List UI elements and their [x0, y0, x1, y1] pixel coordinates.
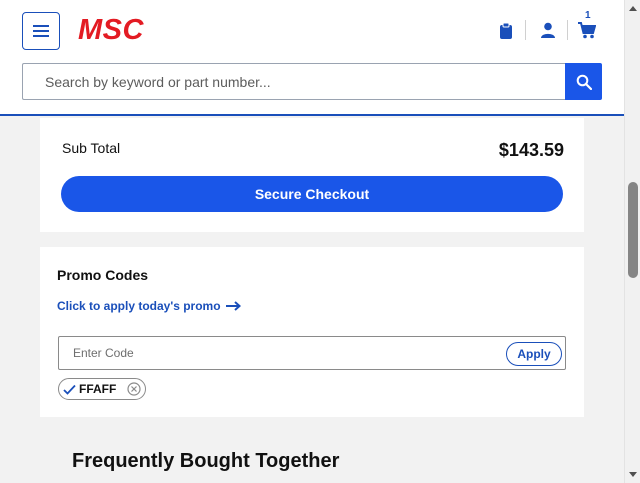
scrollbar-thumb[interactable] — [628, 182, 638, 278]
scroll-up-button[interactable] — [625, 0, 640, 16]
header-divider — [525, 20, 526, 40]
clipboard-icon — [500, 22, 512, 39]
promo-codes-card: Promo Codes Click to apply today's promo… — [40, 247, 584, 417]
page-scrollbar[interactable] — [624, 0, 640, 483]
search-placeholder: Search by keyword or part number... — [45, 73, 271, 90]
account-button[interactable] — [538, 20, 558, 40]
caret-down-icon — [629, 472, 637, 477]
subtotal-label: Sub Total — [62, 140, 121, 156]
apply-promo-link-label: Click to apply today's promo — [57, 299, 221, 313]
remove-promo-icon[interactable] — [127, 382, 141, 396]
order-summary-card: Sub Total $143.59 Secure Checkout — [40, 118, 584, 232]
subtotal-value: $143.59 — [498, 140, 564, 160]
header-divider — [567, 20, 568, 40]
applied-promo-chip: FFAFF — [58, 378, 146, 400]
menu-button[interactable] — [22, 12, 60, 50]
promo-code-input[interactable]: Enter Code Apply — [58, 336, 566, 370]
user-icon — [541, 22, 555, 38]
applied-promo-code: FFAFF — [79, 382, 117, 396]
secure-checkout-button[interactable]: Secure Checkout — [61, 176, 563, 212]
menu-icon — [33, 25, 49, 37]
search-icon — [576, 74, 592, 90]
promo-code-placeholder: Enter Code — [73, 346, 134, 360]
cart-icon — [578, 21, 596, 38]
apply-promo-link[interactable]: Click to apply today's promo — [57, 299, 241, 313]
cart-button[interactable] — [577, 20, 597, 40]
msc-logo[interactable]: MSC — [78, 14, 144, 47]
promo-codes-title: Promo Codes — [57, 267, 149, 283]
site-header: MSC 1 Search by keyword or part number..… — [0, 0, 624, 116]
arrow-right-icon — [225, 301, 241, 311]
checkmark-icon — [63, 384, 76, 395]
frequently-bought-together-title: Frequently Bought Together — [72, 450, 340, 472]
scroll-down-button[interactable] — [625, 467, 640, 483]
search-input[interactable]: Search by keyword or part number... — [22, 63, 565, 100]
caret-up-icon — [629, 6, 637, 11]
search-button[interactable] — [565, 63, 602, 100]
page-viewport: MSC 1 Search by keyword or part number..… — [0, 0, 624, 483]
lists-button[interactable] — [496, 20, 516, 40]
apply-button[interactable]: Apply — [506, 342, 562, 366]
